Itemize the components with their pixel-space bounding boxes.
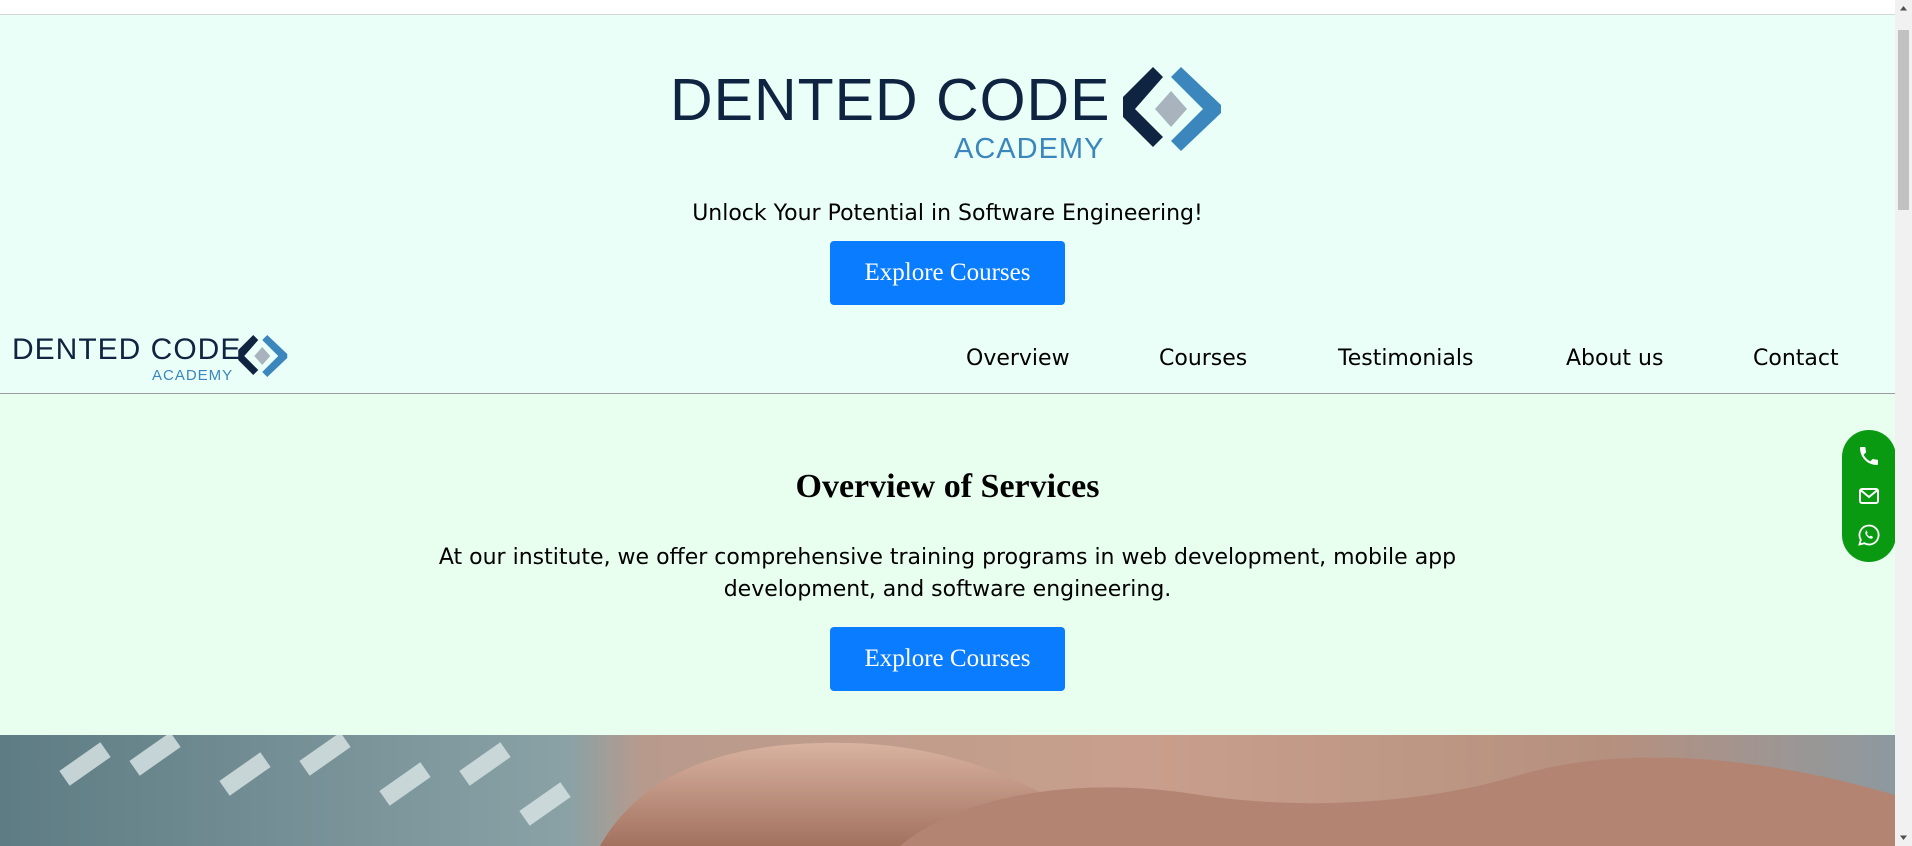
nav-item-contact[interactable]: Contact: [1753, 346, 1839, 371]
nav-item-overview[interactable]: Overview: [966, 346, 1070, 371]
nav-item-testimonials[interactable]: Testimonials: [1338, 346, 1473, 371]
page: DENTED CODE ACADEMY Unlock Your Potentia…: [0, 0, 1895, 846]
contact-widget: [1842, 430, 1896, 562]
navbar: DENTED CODE ACADEMY Overview Courses Tes…: [0, 320, 1895, 394]
hero-section: DENTED CODE ACADEMY Unlock Your Potentia…: [0, 15, 1895, 335]
nav-item-courses[interactable]: Courses: [1159, 346, 1247, 371]
nav-menu: Overview Courses Testimonials About us C…: [0, 320, 1895, 393]
whatsapp-icon[interactable]: [1857, 523, 1881, 547]
hero-tagline: Unlock Your Potential in Software Engine…: [692, 201, 1203, 226]
overview-explore-courses-button[interactable]: Explore Courses: [830, 627, 1065, 691]
photo-illustration: [0, 735, 1895, 846]
logo-wordmark: DENTED CODE: [670, 67, 1111, 133]
hero-explore-courses-button[interactable]: Explore Courses: [830, 241, 1065, 305]
scroll-up-arrow-icon[interactable]: [1895, 0, 1912, 17]
scrollbar-thumb[interactable]: [1898, 30, 1909, 210]
mail-icon[interactable]: [1857, 484, 1881, 508]
logo-mark-icon: [1123, 67, 1221, 151]
nav-item-about-us[interactable]: About us: [1566, 346, 1663, 371]
overview-section: Overview of Services At our institute, w…: [0, 394, 1895, 735]
vertical-scrollbar[interactable]: [1895, 0, 1912, 846]
overview-title: Overview of Services: [795, 468, 1100, 505]
phone-icon[interactable]: [1857, 444, 1881, 468]
hero-logo: DENTED CODE ACADEMY: [670, 65, 1230, 165]
scroll-down-arrow-icon[interactable]: [1895, 829, 1912, 846]
hero-photo-keyboard-hands: [0, 735, 1895, 846]
overview-text: At our institute, we offer comprehensive…: [438, 545, 1457, 602]
logo-subtitle: ACADEMY: [954, 133, 1105, 165]
